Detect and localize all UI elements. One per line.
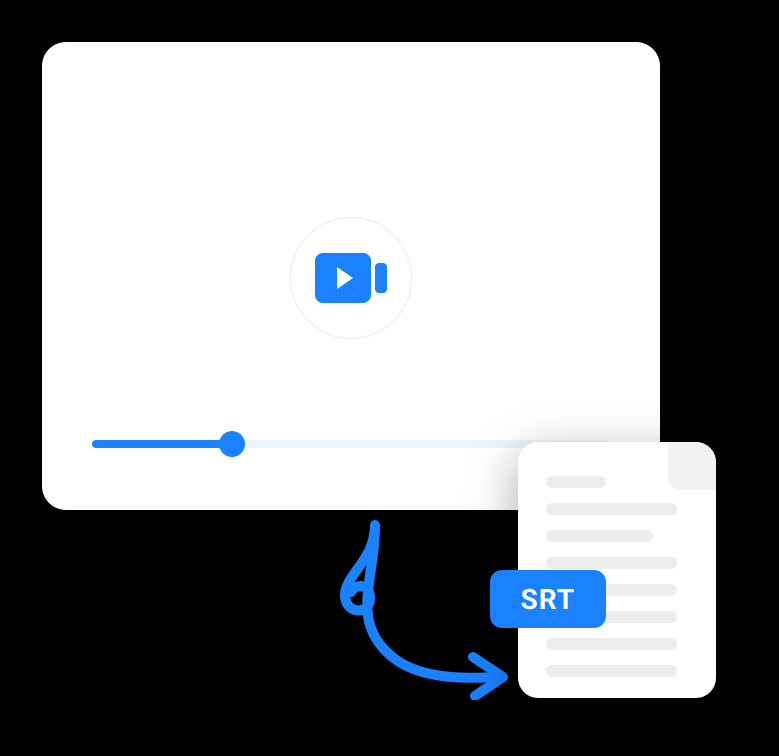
file-line xyxy=(546,503,677,515)
file-line xyxy=(546,665,677,677)
video-camera-icon xyxy=(315,253,387,303)
file-line xyxy=(546,530,653,542)
play-button-circle[interactable] xyxy=(290,217,412,339)
srt-label: SRT xyxy=(521,583,576,616)
file-line xyxy=(546,476,606,488)
video-camera-body xyxy=(315,253,371,303)
file-line xyxy=(546,557,677,569)
srt-file-card: SRT xyxy=(518,442,716,698)
video-progress-fill xyxy=(92,440,232,448)
conversion-arrow-icon xyxy=(315,520,515,690)
srt-format-badge: SRT xyxy=(490,570,606,628)
video-player-card xyxy=(42,42,660,510)
video-progress-knob[interactable] xyxy=(219,431,245,457)
play-triangle-icon xyxy=(337,267,353,289)
file-line xyxy=(546,638,677,650)
video-camera-lens xyxy=(375,263,387,293)
